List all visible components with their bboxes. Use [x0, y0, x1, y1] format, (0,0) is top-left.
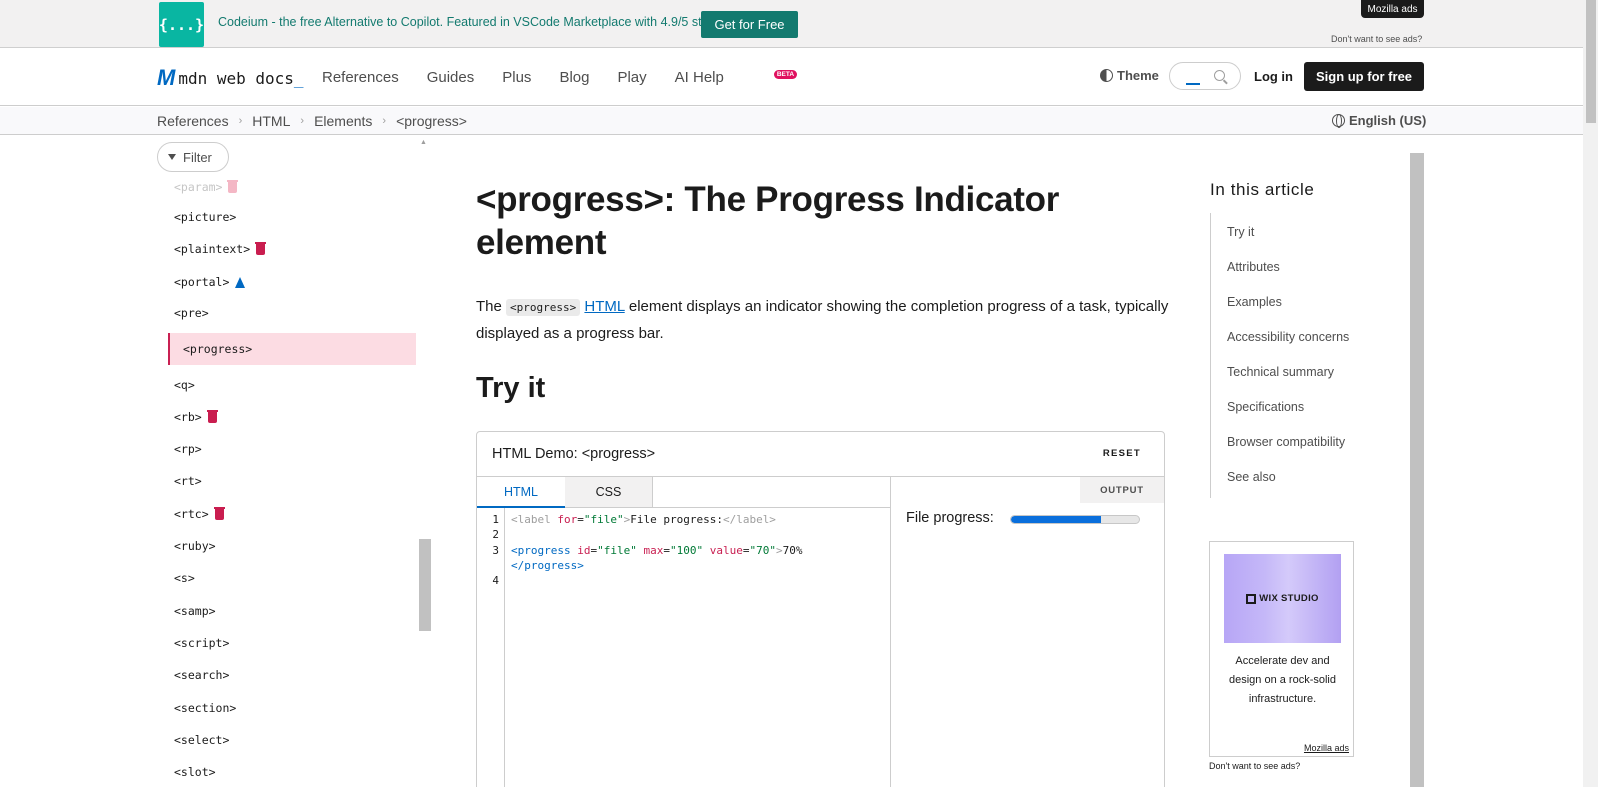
editor-tabs: HTML CSS	[477, 477, 891, 508]
sidebar-item-samp[interactable]: <samp>	[168, 595, 416, 627]
deprecated-trash-icon	[255, 241, 267, 255]
page-title: <progress>: The Progress Indicator eleme…	[476, 180, 1060, 262]
toc-item-technical-summary[interactable]: Technical summary	[1227, 365, 1334, 379]
page-scrollbar-thumb[interactable]	[1586, 0, 1596, 123]
ad-banner: {...} Codeium - the free Alternative to …	[0, 0, 1583, 48]
sidebar-item-plaintext[interactable]: <plaintext>	[168, 233, 416, 265]
wix-studio-ad-image[interactable]: WIX STUDIO	[1224, 554, 1341, 643]
sidebar-item-rp[interactable]: <rp>	[168, 433, 416, 465]
chevron-right-icon: ›	[300, 115, 305, 127]
tab-css[interactable]: CSS	[565, 477, 653, 507]
theme-icon	[1100, 69, 1113, 82]
mdn-logo[interactable]: M mdn web docs_	[157, 65, 304, 91]
experimental-flask-icon	[235, 276, 246, 288]
dont-want-ads-link-side[interactable]: Don't want to see ads?	[1209, 761, 1300, 771]
breadcrumb-elements[interactable]: Elements	[314, 113, 372, 129]
output-tab[interactable]: OUTPUT	[1080, 477, 1164, 503]
dont-want-ads-link[interactable]: Don't want to see ads?	[1331, 34, 1422, 44]
sidebar-item-progress[interactable]: <progress>	[168, 333, 416, 365]
nav-play[interactable]: Play	[617, 69, 646, 86]
nav-references[interactable]: References	[322, 69, 399, 86]
language-selector[interactable]: English (US)	[1332, 113, 1426, 128]
deprecated-trash-icon	[227, 180, 239, 193]
toc-item-specifications[interactable]: Specifications	[1227, 400, 1304, 414]
sidebar-item-slot[interactable]: <slot>	[168, 756, 416, 787]
side-ad-text[interactable]: Accelerate dev and design on a rock-soli…	[1220, 652, 1345, 709]
login-link[interactable]: Log in	[1254, 69, 1293, 84]
sidebar-item-q[interactable]: <q>	[168, 369, 416, 401]
chevron-right-icon: ›	[382, 115, 387, 127]
breadcrumb: References › HTML › Elements › <progress…	[157, 113, 467, 129]
mdn-logo-icon: M	[157, 65, 175, 90]
output-file-progress-label: File progress:	[906, 510, 994, 526]
nav-guides[interactable]: Guides	[427, 69, 475, 86]
deprecated-trash-icon	[213, 506, 225, 520]
breadcrumb-html[interactable]: HTML	[252, 113, 290, 129]
search-icon[interactable]	[1214, 70, 1225, 81]
sidebar-scroll-up-icon[interactable]: ▲	[420, 139, 427, 146]
sidebar-item-rb[interactable]: <rb>	[168, 401, 416, 433]
inline-code: <progress>	[506, 299, 581, 316]
reset-button[interactable]: RESET	[1103, 448, 1141, 459]
search-input[interactable]	[1169, 62, 1241, 90]
sidebar-item-rtc[interactable]: <rtc>	[168, 498, 416, 530]
side-ad-mozilla-link[interactable]: Mozilla ads	[1304, 743, 1349, 753]
nav-blog[interactable]: Blog	[559, 69, 589, 86]
chevron-right-icon: ›	[238, 115, 243, 127]
toc-item-attributes[interactable]: Attributes	[1227, 260, 1280, 274]
toc-item-browser-compat[interactable]: Browser compatibility	[1227, 435, 1345, 449]
html-link[interactable]: HTML	[584, 298, 624, 315]
beta-badge: BETA	[773, 70, 798, 79]
sidebar-item-portal[interactable]: <portal>	[168, 266, 416, 298]
main-nav: References Guides Plus Blog Play AI Help…	[322, 69, 831, 86]
intro-paragraph: The <progress> HTML element displays an …	[476, 298, 1169, 342]
tab-html[interactable]: HTML	[477, 477, 565, 508]
breadcrumb-bar: References › HTML › Elements › <progress…	[0, 107, 1583, 135]
nav-ai-help[interactable]: AI Help BETA	[675, 69, 803, 86]
toc-item-try-it[interactable]: Try it	[1227, 225, 1254, 239]
wix-logo-icon	[1246, 593, 1257, 604]
sidebar-item-pre[interactable]: <pre>	[168, 297, 416, 329]
sidebar-item-s[interactable]: <s>	[168, 562, 416, 594]
deprecated-trash-icon	[206, 409, 218, 423]
side-ad[interactable]: WIX STUDIO Accelerate dev and design on …	[1209, 541, 1354, 757]
signup-button[interactable]: Sign up for free	[1304, 62, 1424, 91]
sidebar-item-select[interactable]: <select>	[168, 724, 416, 756]
try-it-heading: Try it	[476, 372, 546, 404]
sidebar-item-param[interactable]: <param>	[168, 180, 416, 194]
toc-item-accessibility[interactable]: Accessibility concerns	[1227, 330, 1349, 344]
mozilla-ads-badge[interactable]: Mozilla ads	[1361, 0, 1424, 18]
demo-title: HTML Demo: <progress>	[492, 446, 656, 462]
progress-bar-fill	[1011, 516, 1101, 523]
theme-button[interactable]: Theme	[1100, 68, 1159, 83]
sidebar-item-section[interactable]: <section>	[168, 692, 416, 724]
get-for-free-button[interactable]: Get for Free	[701, 11, 798, 38]
sidebar-item-picture[interactable]: <picture>	[168, 201, 416, 233]
breadcrumb-references[interactable]: References	[157, 113, 229, 129]
sidebar-item-rt[interactable]: <rt>	[168, 465, 416, 497]
toc-item-examples[interactable]: Examples	[1227, 295, 1282, 309]
nav-plus[interactable]: Plus	[502, 69, 531, 86]
toc-item-see-also[interactable]: See also	[1227, 470, 1276, 484]
globe-icon	[1332, 114, 1345, 128]
sidebar-item-ruby[interactable]: <ruby>	[168, 530, 416, 562]
breadcrumb-progress[interactable]: <progress>	[396, 113, 467, 129]
table-of-contents: Try it Attributes Examples Accessibility…	[1210, 213, 1370, 498]
ad-text[interactable]: Codeium - the free Alternative to Copilo…	[218, 15, 722, 29]
output-progress-bar	[1010, 515, 1140, 524]
filter-icon	[168, 154, 176, 160]
content-scrollbar[interactable]	[1410, 153, 1424, 787]
sidebar-item-search[interactable]: <search>	[168, 659, 416, 691]
sidebar-filter-input[interactable]: Filter	[157, 142, 229, 172]
codeium-logo-icon[interactable]: {...}	[159, 2, 204, 47]
interactive-demo: HTML Demo: <progress> RESET HTML CSS OUT…	[476, 431, 1165, 787]
sidebar-scrollbar-thumb[interactable]	[419, 539, 431, 631]
site-header: M mdn web docs_ References Guides Plus B…	[0, 48, 1583, 106]
sidebar-item-script[interactable]: <script>	[168, 627, 416, 659]
toc-title: In this article	[1210, 180, 1315, 199]
